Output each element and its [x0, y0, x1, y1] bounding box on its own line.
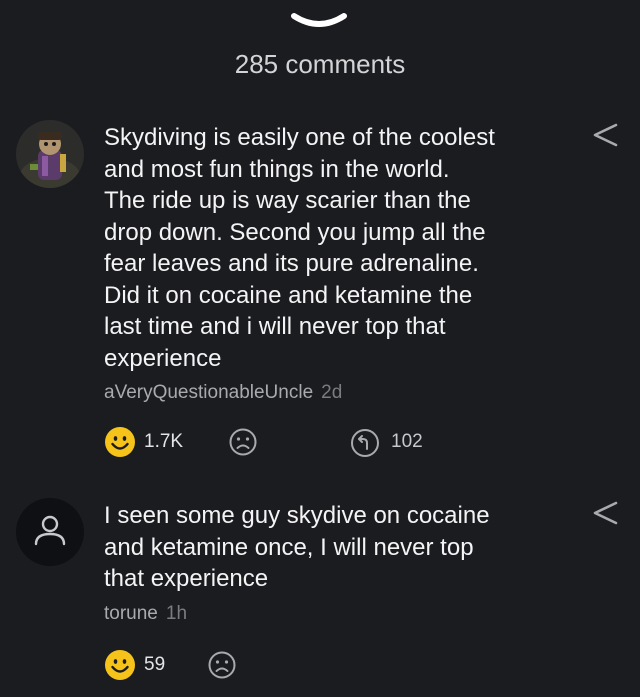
- comment-author[interactable]: torune: [104, 603, 158, 624]
- default-user-avatar-icon: [34, 515, 66, 546]
- like-count: 1.7K: [144, 431, 184, 452]
- like-count: 59: [144, 654, 166, 675]
- comment-actions: 59: [104, 649, 604, 681]
- smile-emoji-icon[interactable]: [104, 649, 136, 681]
- comment-time: 2d: [321, 382, 343, 403]
- smile-emoji-icon[interactable]: [104, 426, 136, 458]
- comment-meta: aVeryQuestionableUncle 2d: [104, 382, 342, 404]
- reply-icon[interactable]: [349, 427, 381, 459]
- comments-count: 285 comments: [234, 49, 406, 79]
- comments-screen: 285 comments Skydiving is easily one of …: [0, 0, 640, 697]
- frown-icon[interactable]: [228, 427, 258, 457]
- share-icon[interactable]: [590, 500, 620, 526]
- comment-text: I seen some guy skydive on cocaine and k…: [104, 502, 490, 592]
- frown-icon[interactable]: [207, 650, 237, 680]
- chevron-down-icon[interactable]: [290, 10, 348, 34]
- comment-actions: 1.7K 102: [104, 426, 604, 458]
- user-avatar[interactable]: [16, 498, 84, 566]
- comment-author[interactable]: aVeryQuestionableUncle: [104, 382, 313, 403]
- character-avatar-icon: [16, 120, 84, 188]
- share-icon[interactable]: [590, 122, 620, 148]
- comment-meta: torune 1h: [104, 603, 187, 625]
- comment-time: 1h: [165, 603, 188, 624]
- reply-count: 102: [391, 431, 423, 452]
- user-avatar[interactable]: [16, 120, 84, 188]
- comment-text: Skydiving is easily one of the coolest a…: [104, 124, 495, 372]
